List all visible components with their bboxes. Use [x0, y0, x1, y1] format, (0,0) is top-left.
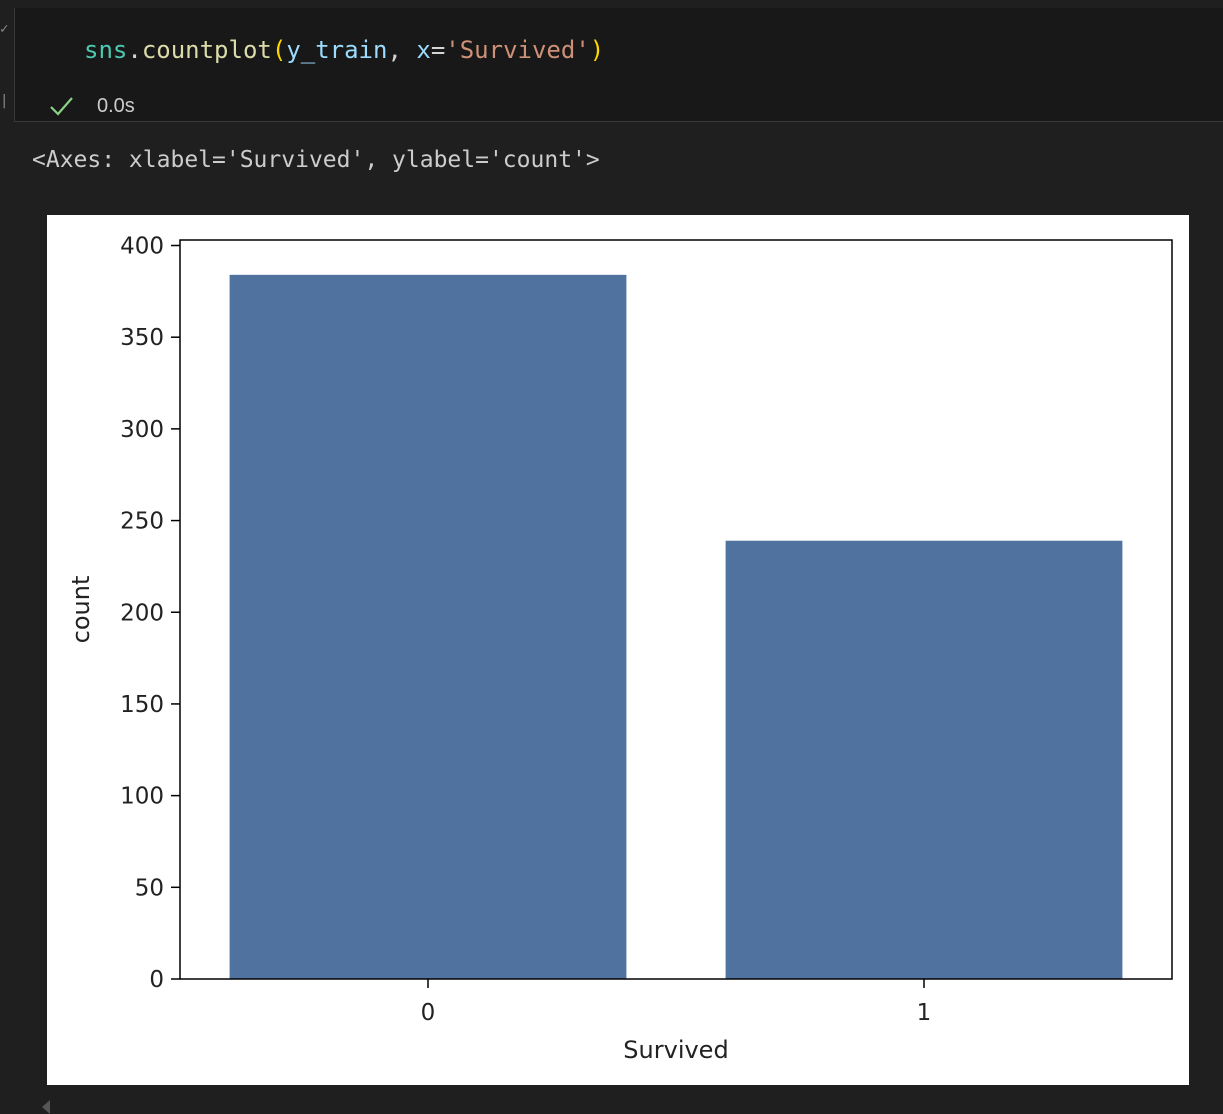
y-tick-label-350: 350 — [120, 325, 164, 351]
gutter-mark-bottom: | — [0, 93, 9, 109]
bar-0 — [229, 274, 627, 979]
execution-status: 0.0s — [47, 92, 135, 120]
countplot-chart: 0 50 100 150 200 250 300 350 400 0 1 Survived count — [67, 234, 1173, 1064]
code-line[interactable]: sns.countplot(y_train, x='Survived') — [84, 34, 604, 66]
bar-1 — [725, 540, 1123, 979]
y-tick-label-250: 250 — [120, 509, 164, 535]
code-keyword: x — [416, 36, 431, 64]
check-icon — [50, 97, 73, 116]
code-equals: = — [430, 36, 446, 64]
scroll-left-icon[interactable] — [42, 1100, 50, 1114]
code-dot: . — [127, 36, 142, 64]
code-module: sns — [84, 36, 128, 64]
plot-output: 0 50 100 150 200 250 300 350 400 0 1 Survived count — [47, 215, 1189, 1085]
execution-time: 0.0s — [97, 94, 135, 117]
y-tick-label-300: 300 — [120, 417, 164, 443]
x-tick-label-1: 1 — [917, 1000, 932, 1026]
code-function: countplot — [141, 36, 272, 64]
code-close-paren: ) — [589, 36, 605, 64]
x-tick-label-0: 0 — [421, 1000, 436, 1026]
y-axis-label: count — [67, 576, 95, 644]
y-tick-label-100: 100 — [120, 784, 164, 810]
y-tick-label-0: 0 — [149, 967, 164, 993]
y-tick-label-400: 400 — [120, 234, 164, 260]
cell-output-text: <Axes: xlabel='Survived', ylabel='count'… — [32, 147, 600, 173]
code-string: 'Survived' — [445, 36, 590, 64]
code-cell-editor[interactable]: sns.countplot(y_train, x='Survived') 0.0… — [14, 8, 1223, 122]
y-tick-label-150: 150 — [120, 692, 164, 718]
code-arg: y_train — [286, 36, 388, 64]
gutter-mark-top: ✓ — [0, 21, 9, 37]
y-tick-label-50: 50 — [135, 875, 164, 901]
notebook-view: ✓ | sns.countplot(y_train, x='Survived')… — [0, 0, 1223, 1114]
code-separator: , — [387, 36, 417, 64]
x-axis-label: Survived — [623, 1036, 728, 1064]
code-open-paren: ( — [271, 36, 287, 64]
y-tick-label-200: 200 — [120, 600, 164, 626]
